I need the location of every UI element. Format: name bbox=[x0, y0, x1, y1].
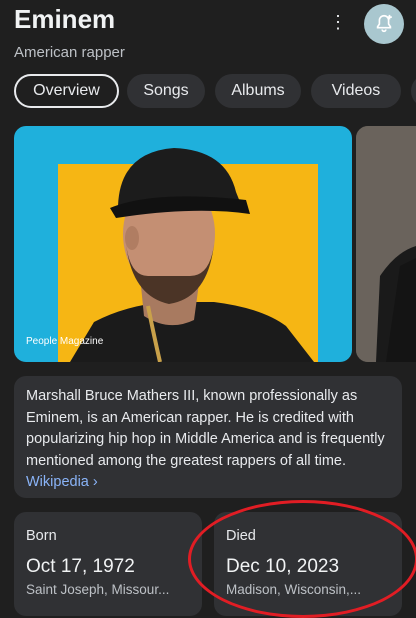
secondary-photo bbox=[356, 126, 416, 362]
description-body: Marshall Bruce Mathers III, known profes… bbox=[26, 386, 394, 494]
died-label: Died bbox=[226, 528, 256, 544]
tab-bar: Overview Songs Albums Videos bbox=[14, 74, 416, 110]
tab-videos[interactable]: Videos bbox=[311, 74, 401, 108]
more-options-button[interactable]: ⋮ bbox=[328, 10, 348, 34]
born-label: Born bbox=[26, 528, 57, 544]
bell-add-icon bbox=[376, 14, 392, 33]
born-date: Oct 17, 1972 bbox=[26, 556, 135, 577]
follow-button[interactable] bbox=[364, 4, 404, 44]
tab-overview[interactable]: Overview bbox=[14, 74, 119, 108]
image-credit: People Magazine bbox=[26, 336, 104, 347]
born-card[interactable]: Born Oct 17, 1972 Saint Joseph, Missour.… bbox=[14, 512, 202, 616]
secondary-image[interactable] bbox=[356, 126, 416, 362]
hero-image[interactable]: People Magazine bbox=[14, 126, 352, 362]
died-card[interactable]: Died Dec 10, 2023 Madison, Wisconsin,... bbox=[214, 512, 402, 616]
entity-subtitle: American rapper bbox=[14, 44, 125, 61]
died-place: Madison, Wisconsin,... bbox=[226, 582, 362, 597]
description-text: Marshall Bruce Mathers III, known profes… bbox=[26, 388, 385, 469]
tab-albums[interactable]: Albums bbox=[215, 74, 301, 108]
died-date: Dec 10, 2023 bbox=[226, 556, 340, 577]
entity-title: Eminem bbox=[14, 4, 116, 34]
description-card: Marshall Bruce Mathers III, known profes… bbox=[14, 376, 402, 498]
born-place: Saint Joseph, Missour... bbox=[26, 582, 170, 597]
tab-songs[interactable]: Songs bbox=[127, 74, 205, 108]
knowledge-panel-header: Eminem American rapper ⋮ bbox=[14, 2, 404, 66]
wikipedia-link[interactable]: Wikipedia › bbox=[26, 474, 98, 490]
more-vert-icon: ⋮ bbox=[329, 12, 347, 32]
tab-more[interactable] bbox=[411, 74, 416, 108]
portrait-illustration bbox=[70, 148, 314, 362]
